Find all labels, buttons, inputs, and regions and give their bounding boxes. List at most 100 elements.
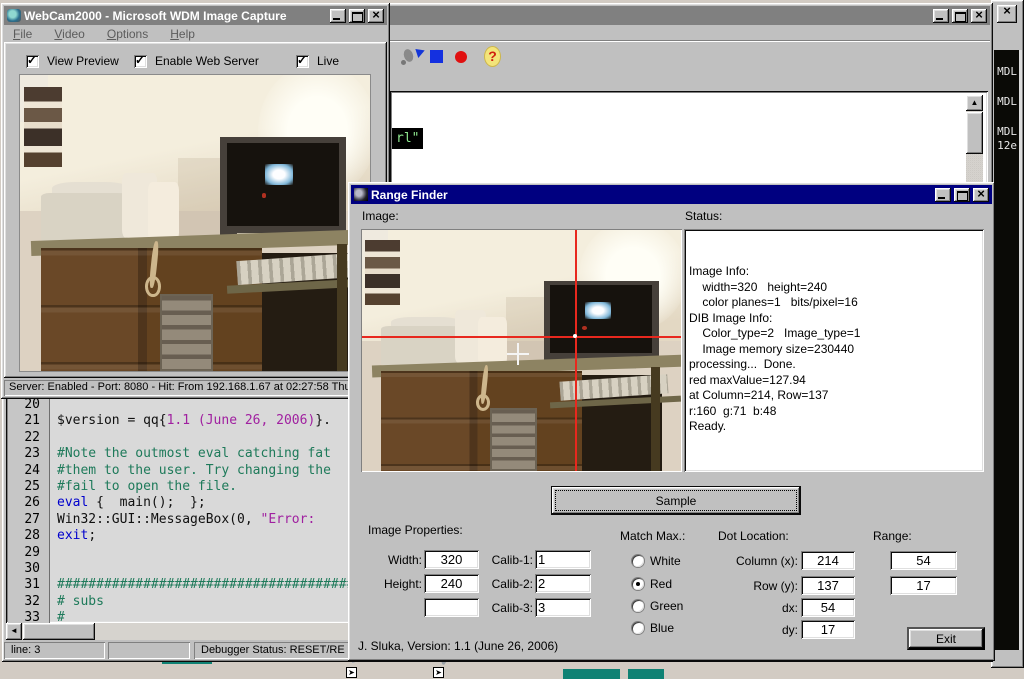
console-line: MDL xyxy=(994,125,1019,139)
help-icon[interactable]: ? xyxy=(484,46,501,67)
extra-field[interactable] xyxy=(424,598,479,617)
cursor-cross-icon xyxy=(507,353,529,355)
dx-field[interactable] xyxy=(801,598,855,617)
radio-red[interactable] xyxy=(632,578,644,590)
menu-file[interactable]: File xyxy=(13,27,32,41)
line-number: 20 xyxy=(8,397,50,413)
code-text: ########################################… xyxy=(50,577,378,593)
scrollbar[interactable] xyxy=(1019,50,1022,650)
statusbar-empty-cell xyxy=(108,642,190,659)
client-panel: View Preview Enable Web Server Live xyxy=(4,42,387,378)
line-number: 29 xyxy=(8,545,50,561)
crosshair-vertical xyxy=(575,230,577,471)
radio-white-label[interactable]: White xyxy=(650,554,681,568)
radio-green-label[interactable]: Green xyxy=(650,599,683,613)
status-line: Image memory size=230440 xyxy=(689,342,982,358)
status-line: red maxValue=127.94 xyxy=(689,373,982,389)
status-line: Ready. xyxy=(689,419,982,435)
line-number: 30 xyxy=(8,561,50,577)
radio-white[interactable] xyxy=(632,555,644,567)
line-number: 28 xyxy=(8,528,50,544)
line-number: 24 xyxy=(8,463,50,479)
code-text: # subs xyxy=(50,594,104,610)
stop-icon[interactable] xyxy=(430,50,443,63)
calib2-field[interactable] xyxy=(535,574,591,593)
status-lines: Image Info: width=320 height=240 color p… xyxy=(689,264,982,435)
step-icon[interactable] xyxy=(400,45,424,69)
row-y-field[interactable] xyxy=(801,576,855,595)
title-bar[interactable]: Range Finder xyxy=(351,185,992,204)
checkbox-box[interactable] xyxy=(26,55,39,68)
range-finder-window: Range Finder Image: Status: xyxy=(348,182,995,661)
code-text: eval { main(); }; xyxy=(50,495,206,511)
credit-label: J. Sluka, Version: 1.1 (June 26, 2006) xyxy=(358,639,558,653)
maximize-button[interactable] xyxy=(954,188,970,202)
crosshair-horizontal xyxy=(362,336,681,338)
code-text: # xyxy=(50,610,65,623)
calib3-field[interactable] xyxy=(535,598,591,617)
close-button[interactable] xyxy=(973,188,989,202)
menu-video[interactable]: Video xyxy=(54,27,84,41)
code-text: $version = qq{1.1 (June 26, 2006)}. xyxy=(50,413,331,429)
image-properties-label: Image Properties: xyxy=(368,523,463,537)
dy-label: dy: xyxy=(698,623,798,637)
checkbox-enable-web-server[interactable]: Enable Web Server xyxy=(134,54,259,68)
dot-location-label: Dot Location: xyxy=(718,529,789,543)
console-line: MDL xyxy=(994,95,1019,109)
close-button[interactable] xyxy=(971,9,987,23)
calib1-field[interactable] xyxy=(535,550,591,569)
scroll-left-button[interactable]: ◄ xyxy=(6,623,22,640)
radio-red-label[interactable]: Red xyxy=(650,577,672,591)
minimize-button[interactable] xyxy=(935,188,951,202)
menu-options[interactable]: Options xyxy=(107,27,148,41)
image-label: Image: xyxy=(362,209,399,223)
range-image[interactable] xyxy=(362,230,681,471)
range-field-1[interactable] xyxy=(890,551,957,570)
menu-help[interactable]: Help xyxy=(170,27,195,41)
scrollbar-thumb[interactable] xyxy=(23,623,95,640)
row-y-label: Row (y): xyxy=(698,579,798,593)
minimize-button[interactable] xyxy=(933,9,949,23)
scroll-up-button[interactable]: ▲ xyxy=(966,95,983,111)
height-field[interactable] xyxy=(424,574,479,593)
minimize-button[interactable] xyxy=(330,9,346,23)
line-number: 27 xyxy=(8,512,50,528)
exit-button[interactable]: Exit xyxy=(907,627,985,650)
line-number: 21 xyxy=(8,413,50,429)
sample-button[interactable]: Sample xyxy=(551,486,801,515)
checkbox-box[interactable] xyxy=(134,55,147,68)
checkbox-box[interactable] xyxy=(296,55,309,68)
close-button[interactable] xyxy=(997,5,1017,23)
webcam-app-icon xyxy=(7,9,21,22)
dy-field[interactable] xyxy=(801,620,855,639)
close-button[interactable] xyxy=(368,9,384,23)
console-line: MDL xyxy=(994,65,1019,79)
console-line: 12e xyxy=(994,139,1019,153)
line-number: 32 xyxy=(8,594,50,610)
selected-text: rl" xyxy=(392,128,423,149)
record-icon[interactable] xyxy=(455,51,467,63)
calib2-label: Calib-2: xyxy=(473,577,533,591)
webcam-preview-image xyxy=(19,74,371,372)
match-max-label: Match Max.: xyxy=(620,529,685,543)
status-box: Image Info: width=320 height=240 color p… xyxy=(684,229,984,472)
range-field-2[interactable] xyxy=(890,576,957,595)
checkbox-view-preview[interactable]: View Preview xyxy=(26,54,119,68)
status-line: DIB Image Info: xyxy=(689,311,982,327)
desktop-icon-label[interactable] xyxy=(563,669,620,679)
width-field[interactable] xyxy=(424,550,479,569)
desktop-icon-label[interactable] xyxy=(628,669,664,679)
radio-blue[interactable] xyxy=(632,622,644,634)
radio-blue-label[interactable]: Blue xyxy=(650,621,674,635)
calib1-label: Calib-1: xyxy=(473,553,533,567)
range-finder-icon xyxy=(354,188,368,201)
maximize-button[interactable] xyxy=(349,9,365,23)
radio-green[interactable] xyxy=(632,600,644,612)
column-x-field[interactable] xyxy=(801,551,855,570)
background-console-window: MDL MDL MDL 12e xyxy=(991,0,1024,668)
maximize-button[interactable] xyxy=(952,9,968,23)
code-text: #Note the outmost eval catching fat xyxy=(50,446,331,462)
scrollbar-thumb[interactable] xyxy=(966,112,983,154)
title-bar[interactable]: WebCam2000 - Microsoft WDM Image Capture xyxy=(4,6,387,25)
checkbox-live[interactable]: Live xyxy=(296,54,339,68)
